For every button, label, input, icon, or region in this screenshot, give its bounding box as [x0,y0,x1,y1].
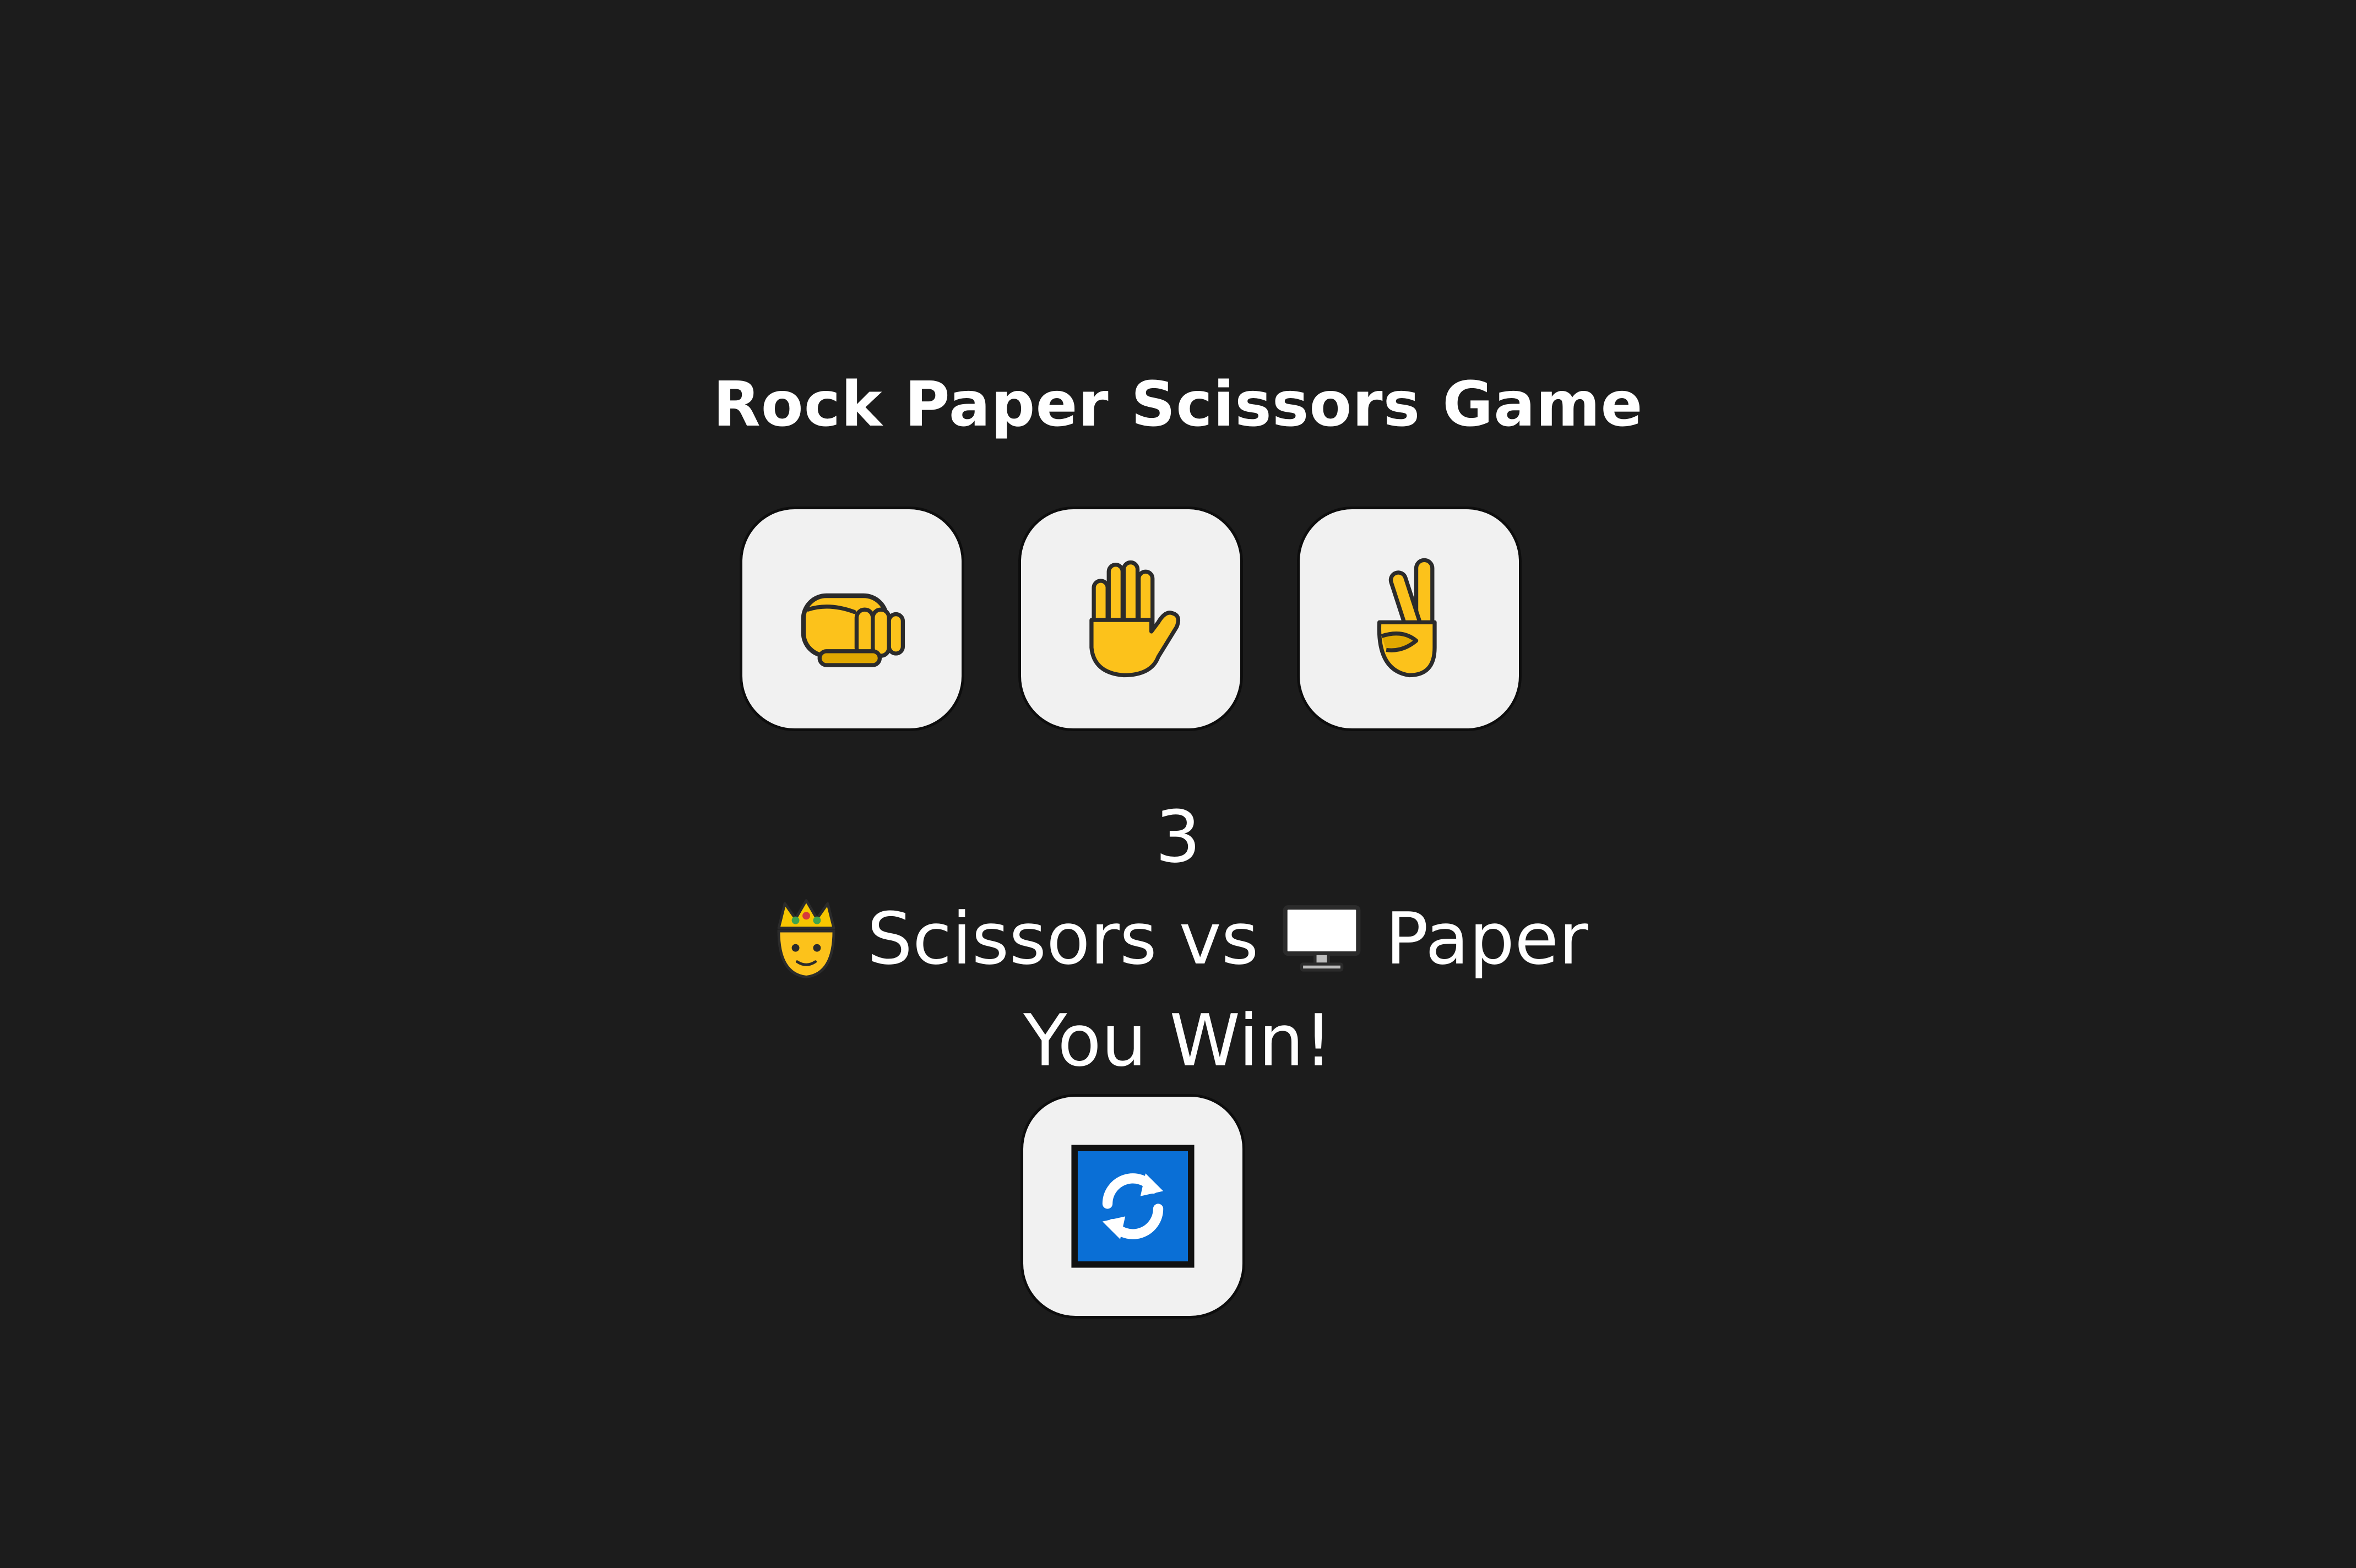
victory-hand-icon [1377,558,1437,678]
page-title: Rock Paper Scissors Game [713,369,1643,440]
result-text: You Win! [1023,999,1333,1082]
prince-icon [768,897,845,980]
fist-icon [801,593,905,667]
versus-text: vs [1179,897,1259,981]
raised-hand-icon [1089,560,1181,678]
countdown-number: 3 [1155,795,1201,879]
matchup-line: Scissors vs Paper [0,889,2356,988]
rock-button[interactable] [740,507,964,731]
scissors-button[interactable] [1297,507,1522,731]
player-choice: Scissors [867,897,1157,981]
game-screen: Rock Paper Scissors Game 3 Scissors vs P… [0,0,2356,1568]
computer-choice: Paper [1385,897,1588,981]
computer-monitor-icon [1280,903,1363,974]
refresh-icon [1071,1145,1195,1268]
restart-button[interactable] [1020,1094,1245,1319]
choice-buttons [740,507,1522,731]
paper-button[interactable] [1018,507,1243,731]
